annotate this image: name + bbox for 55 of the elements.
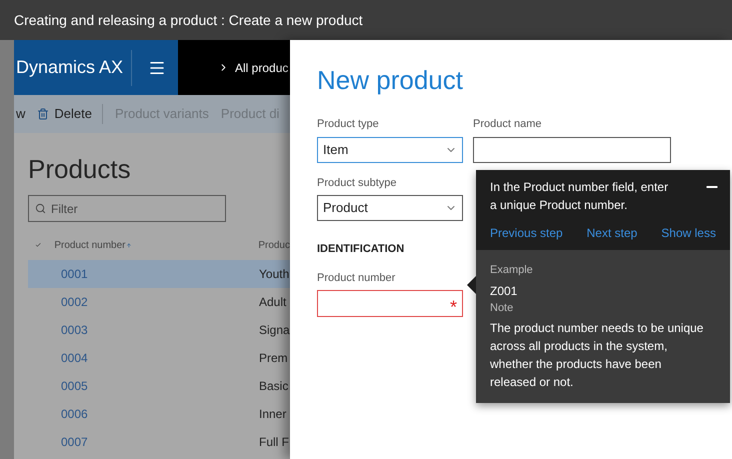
tooltip-link[interactable]: Next step — [586, 224, 638, 242]
table-row[interactable]: 0003 Signa — [28, 316, 290, 344]
note-text: The product number needs to be unique across all products in the system, whether the products have been released or not. — [490, 320, 704, 391]
product-type-select[interactable]: Item — [317, 136, 463, 162]
window-title: Creating and releasing a product : Create a new product — [14, 10, 363, 30]
column-header[interactable]: Product number — [54, 238, 126, 252]
delete-button[interactable]: Delete — [37, 104, 103, 124]
table-cell-text: Adult — [259, 294, 286, 311]
brand-name: Dynamics AX — [16, 56, 124, 79]
required-asterisk: * — [450, 298, 457, 316]
field-label: Product number — [317, 270, 396, 286]
example-value: Z001 — [490, 282, 518, 300]
filter-field[interactable]: Filter — [28, 195, 226, 222]
product-number-link[interactable]: 0004 — [61, 349, 259, 367]
product-number-field[interactable]: * — [317, 290, 463, 317]
select-value: Item — [323, 140, 348, 159]
breadcrumb-link[interactable]: All produc — [235, 58, 288, 76]
table-row[interactable]: 0002 Adult — [28, 288, 290, 316]
product-number-link[interactable]: 0001 — [61, 265, 259, 283]
example-label: Example — [490, 263, 534, 278]
table-row[interactable]: 0005 Basic — [28, 372, 290, 400]
field-label: Product type — [317, 117, 380, 132]
table-cell-text: Basic — [259, 378, 288, 395]
table-cell-text: Signa — [259, 322, 290, 339]
page-title: Products — [28, 153, 132, 185]
section-heading: IDENTIFICATION — [317, 242, 406, 257]
tooltip-link[interactable]: Previous step — [490, 224, 563, 242]
column-header[interactable]: Produc — [258, 238, 290, 252]
product-subtype-select[interactable]: Product — [317, 195, 463, 221]
dialog-title: New product — [317, 64, 464, 96]
toolbar-button[interactable]: w — [16, 104, 26, 124]
product-number-link[interactable]: 0006 — [61, 405, 259, 423]
product-number-link[interactable]: 0003 — [61, 321, 259, 339]
search-icon — [35, 203, 46, 214]
filter-placeholder: Filter — [51, 200, 78, 218]
tooltip-link[interactable]: Show less — [661, 224, 716, 242]
product-number-link[interactable]: 0005 — [61, 377, 259, 395]
table-row[interactable]: 0004 Prem — [28, 344, 290, 372]
product-name-field[interactable] — [473, 136, 671, 162]
product-number-link[interactable]: 0007 — [61, 433, 259, 451]
table-cell-text: Inner — [259, 406, 286, 423]
field-label: Product subtype — [317, 176, 398, 190]
tooltip-pointer-icon — [467, 276, 476, 294]
trash-icon — [37, 108, 50, 120]
note-label: Note — [490, 300, 514, 316]
tooltip-instruction: In the Product number field, enter a unique Product number. — [490, 179, 670, 214]
table-cell-text: Youth — [259, 266, 290, 283]
table-cell-text: Full F — [259, 434, 289, 451]
table-row[interactable]: 0001 Youth — [28, 260, 290, 288]
product-number-link[interactable]: 0002 — [61, 293, 259, 311]
table-row[interactable]: 0007 Full F — [28, 428, 290, 456]
field-label: Product name — [473, 117, 542, 132]
table-row[interactable]: 0006 Inner — [28, 400, 290, 428]
table-cell-text: Prem — [259, 350, 288, 367]
select-value: Product — [323, 199, 368, 218]
